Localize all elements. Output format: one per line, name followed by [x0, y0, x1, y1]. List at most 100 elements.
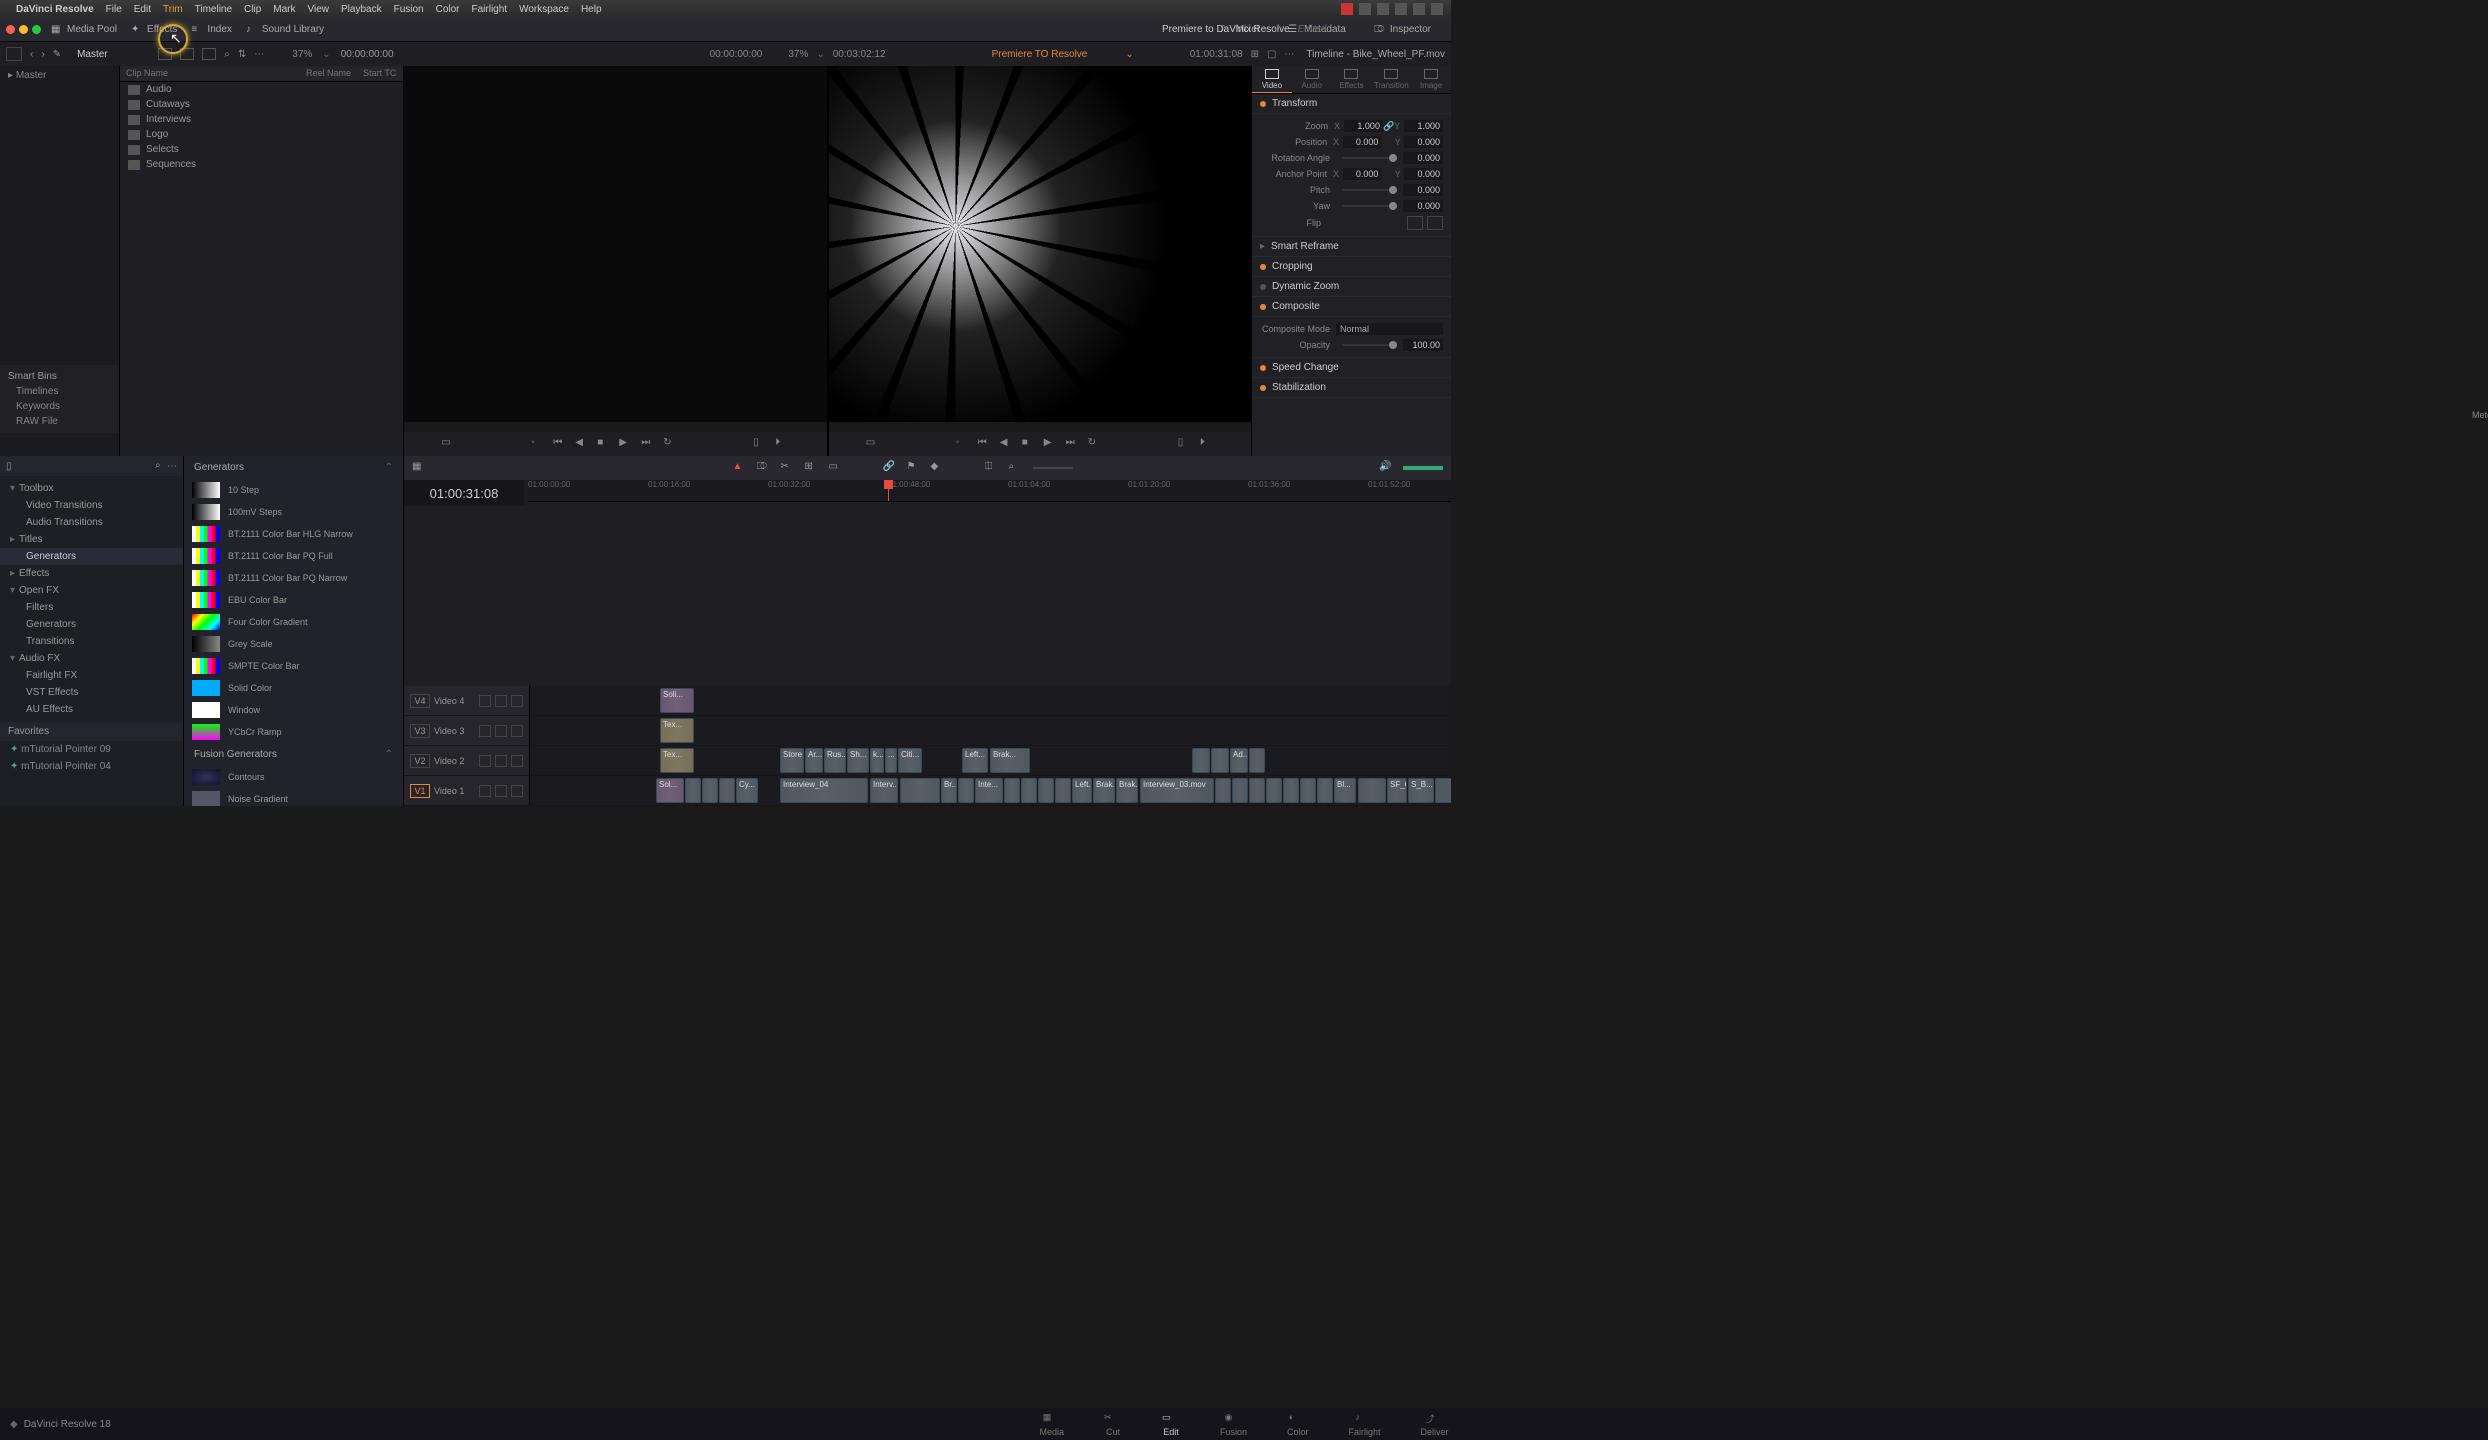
inspector-tab-transition[interactable]: Transition	[1371, 66, 1411, 93]
smart-bin-item[interactable]: Keywords	[4, 399, 115, 414]
timeline-clip[interactable]: ...	[885, 748, 897, 773]
source-scrubber[interactable]	[404, 422, 827, 432]
yaw-val[interactable]: 0.000	[1403, 200, 1443, 212]
stop-icon[interactable]: ■	[1022, 437, 1036, 451]
auto-select-icon[interactable]	[495, 695, 507, 707]
menu-help[interactable]: Help	[581, 4, 602, 15]
generator-item[interactable]: 100mV Steps	[184, 501, 403, 523]
effects-tree-item[interactable]: Audio FX	[0, 650, 183, 667]
timeline-clip[interactable]: Brak...	[1093, 778, 1115, 803]
effects-tree-item[interactable]: Toolbox	[0, 480, 183, 497]
timeline-clip[interactable]: Cy...	[736, 778, 758, 803]
selection-tool-icon[interactable]: ▲	[733, 461, 747, 475]
timeline-clip[interactable]	[958, 778, 974, 803]
effects-tree-item[interactable]: Fairlight FX	[0, 667, 183, 684]
timeline-clip[interactable]	[719, 778, 735, 803]
smart-reframe-header[interactable]: ▸Smart Reframe	[1252, 237, 1451, 257]
timeline-selector[interactable]: Premiere TO Resolve	[992, 49, 1088, 60]
timeline-clip[interactable]	[1249, 778, 1265, 803]
timeline-clip[interactable]	[1283, 778, 1299, 803]
generator-item[interactable]: Solid Color	[184, 677, 403, 699]
timeline-clip[interactable]: Brak...	[1116, 778, 1138, 803]
menu-timeline[interactable]: Timeline	[195, 4, 232, 15]
timeline-clip[interactable]	[1300, 778, 1316, 803]
menu-playback[interactable]: Playback	[341, 4, 382, 15]
track-content[interactable]: Tex...Store...Ar...Rus...Sh...k......Cit…	[530, 746, 1451, 775]
timeline-clip[interactable]	[1215, 778, 1231, 803]
yaw-slider[interactable]	[1342, 205, 1397, 207]
page-deliver[interactable]: ⤴Deliver	[1421, 1412, 1449, 1437]
track-content[interactable]: Sol...Cy...Interview_04Interv...Br...Int…	[530, 776, 1451, 805]
speed-change-header[interactable]: Speed Change	[1252, 358, 1451, 378]
nav-back-icon[interactable]: ‹	[30, 49, 33, 60]
timeline-clip[interactable]	[1358, 778, 1386, 803]
page-media[interactable]: ▦Media	[1039, 1412, 1064, 1437]
timeline-clip[interactable]	[1317, 778, 1333, 803]
insert-icon[interactable]: ⊞	[805, 461, 819, 475]
sound-library-toggle[interactable]: ♪Sound Library	[246, 24, 324, 36]
timeline-clip[interactable]: S_B...	[1408, 778, 1434, 803]
pos-y[interactable]: 0.000	[1404, 136, 1443, 148]
mute-icon[interactable]	[511, 785, 523, 797]
col-clipname[interactable]: Clip Name	[120, 66, 300, 81]
prev-edit-icon[interactable]: ◦	[956, 437, 970, 451]
trim-tool-icon[interactable]: ⎄	[757, 461, 771, 475]
last-frame-icon[interactable]: ⏭	[1066, 437, 1080, 451]
composite-header[interactable]: Composite	[1252, 297, 1451, 317]
effects-tree-item[interactable]: Video Transitions	[0, 497, 183, 514]
snap-icon[interactable]: ⎅	[985, 461, 999, 475]
track-content[interactable]: Tex...	[530, 716, 1451, 745]
record-zoom[interactable]: 37%	[788, 49, 808, 60]
pos-x[interactable]: 0.000	[1343, 136, 1382, 148]
bin-row[interactable]: Cutaways	[120, 97, 403, 112]
root-bin[interactable]: Master	[0, 66, 119, 85]
page-fairlight[interactable]: ♪Fairlight	[1349, 1412, 1381, 1437]
bin-view-dropdown[interactable]	[6, 47, 22, 61]
record-scrubber[interactable]	[829, 422, 1252, 432]
track-header[interactable]: V4Video 4	[404, 686, 530, 715]
loop-icon[interactable]: ↻	[1088, 437, 1102, 451]
effects-tree-item[interactable]: AU Effects	[0, 701, 183, 718]
flip-h-button[interactable]	[1407, 216, 1423, 230]
pitch-val[interactable]: 0.000	[1403, 184, 1443, 196]
compmode-select[interactable]: Normal	[1336, 323, 1443, 335]
rotation-slider[interactable]	[1342, 157, 1397, 159]
effects-tree-item[interactable]: Filters	[0, 599, 183, 616]
flag-icon[interactable]: ⚑	[907, 461, 921, 475]
anch-x[interactable]: 0.000	[1343, 168, 1382, 180]
favorite-item[interactable]: mTutorial Pointer 09	[0, 741, 183, 758]
effects-tree-item[interactable]: Effects	[0, 565, 183, 582]
search-icon[interactable]: ⌕	[224, 49, 230, 60]
playhead[interactable]	[888, 480, 889, 501]
auto-select-icon[interactable]	[495, 755, 507, 767]
timeline-clip[interactable]	[685, 778, 701, 803]
menu-edit[interactable]: Edit	[134, 4, 151, 15]
zoom-slider[interactable]	[1033, 467, 1073, 469]
menu-fusion[interactable]: Fusion	[394, 4, 424, 15]
generator-item[interactable]: BT.2111 Color Bar PQ Narrow	[184, 567, 403, 589]
timeline-clip[interactable]	[1004, 778, 1020, 803]
source-viewer-image[interactable]	[404, 66, 827, 422]
generator-item[interactable]: Window	[184, 699, 403, 721]
timeline-clip[interactable]: Tex...	[660, 748, 694, 773]
inspector-toggle[interactable]: ⎄Inspector	[1374, 24, 1431, 36]
timeline-clip[interactable]	[900, 778, 940, 803]
sort-icon[interactable]: ⇅	[238, 49, 246, 60]
source-zoom[interactable]: 37%	[292, 49, 312, 60]
zoom-y[interactable]: 1.000	[1404, 120, 1443, 132]
blade-tool-icon[interactable]: ✂	[781, 461, 795, 475]
generator-item[interactable]: YCbCr Ramp	[184, 721, 403, 743]
nav-fwd-icon[interactable]: ›	[41, 49, 44, 60]
timeline-clip[interactable]	[702, 778, 718, 803]
track-content[interactable]: Soli...	[530, 686, 1451, 715]
effects-tree-item[interactable]: Generators	[0, 616, 183, 633]
inspector-tab-video[interactable]: Video	[1252, 66, 1292, 93]
mute-icon[interactable]	[511, 725, 523, 737]
stop-icon[interactable]: ■	[597, 437, 611, 451]
timeline-clip[interactable]: Store...	[780, 748, 804, 773]
timeline-clip[interactable]: Left...	[1072, 778, 1092, 803]
lock-icon[interactable]	[479, 695, 491, 707]
inspector-tab-effects[interactable]: Effects	[1332, 66, 1372, 93]
favorite-item[interactable]: mTutorial Pointer 04	[0, 758, 183, 775]
inspector-tab-audio[interactable]: Audio	[1292, 66, 1332, 93]
